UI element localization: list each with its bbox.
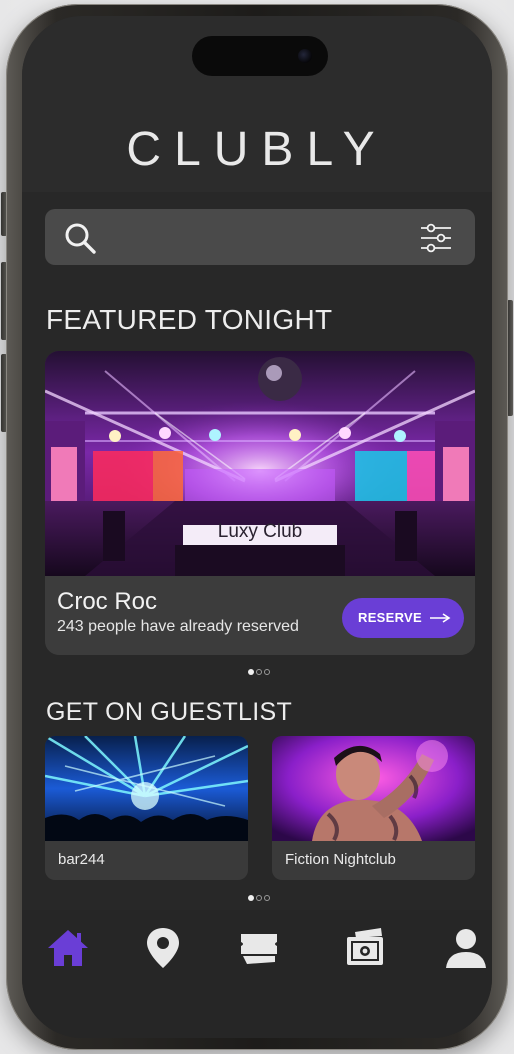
search-bar[interactable] [45,209,475,265]
reservation-count: 243 people have already reserved [57,618,299,635]
dj-performer-photo [272,736,475,841]
featured-venue-info: Croc Roc 243 people have already reserve… [45,576,475,655]
pager-dot-active[interactable] [248,669,254,675]
nav-profile[interactable] [442,924,490,972]
nav-tickets[interactable] [235,924,283,972]
wallet-cash-icon [347,928,383,965]
bottom-navigation [22,910,492,1038]
pager-dot[interactable] [256,895,262,901]
dynamic-island [192,36,328,76]
phone-screen: CLUBLY FEATURED TONIGHT Luxy Club Croc R… [22,16,492,1038]
guestlist-card[interactable]: bar244 [45,736,248,880]
pager-dot-active[interactable] [248,895,254,901]
guestlist-card-image[interactable] [272,736,475,841]
reserve-button[interactable]: RESERVE [342,598,464,638]
guestlist-card-image[interactable] [45,736,248,841]
reserve-button-label: RESERVE [358,610,422,625]
featured-venue-image[interactable]: Luxy Club [45,351,475,576]
venue-name: Croc Roc [57,588,158,615]
nav-wallet[interactable] [341,924,389,972]
search-icon[interactable] [63,221,97,255]
guestlist-card-name: bar244 [58,851,105,868]
concert-lasers-photo [45,736,248,841]
search-input[interactable] [109,219,413,257]
pager-dot[interactable] [264,669,270,675]
map-pin-icon [147,928,179,968]
sliders-filter-icon[interactable] [419,221,453,255]
user-profile-icon [446,929,486,968]
home-icon [48,930,88,966]
featured-pager [248,669,274,677]
device-canvas: CLUBLY FEATURED TONIGHT Luxy Club Croc R… [0,0,514,1054]
venue-image-label: Luxy Club [217,521,303,542]
guestlist-card-name: Fiction Nightclub [285,851,396,868]
featured-venue-card[interactable]: Luxy Club Croc Roc 243 people have alrea… [45,351,475,655]
pager-dot[interactable] [264,895,270,901]
ticket-icon [241,934,277,964]
guestlist-card[interactable]: Fiction Nightclub [272,736,475,880]
nav-map[interactable] [139,924,187,972]
guestlist-section-title: GET ON GUESTLIST [46,698,293,726]
nav-home[interactable] [44,924,92,972]
pager-dot[interactable] [256,669,262,675]
front-camera [298,49,312,63]
guestlist-pager [248,895,274,903]
featured-section-title: FEATURED TONIGHT [46,304,333,335]
arrow-right-icon [430,613,451,623]
app-logo: CLUBLY [126,123,388,176]
